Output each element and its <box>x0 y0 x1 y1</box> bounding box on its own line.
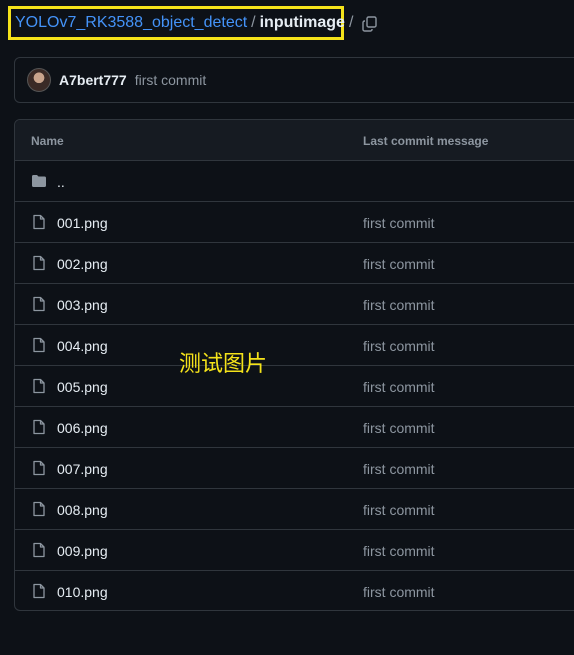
file-name-link[interactable]: 007.png <box>57 461 108 477</box>
file-name-link[interactable]: 005.png <box>57 379 108 395</box>
file-commit-message[interactable]: first commit <box>363 256 435 272</box>
file-commit-message[interactable]: first commit <box>363 420 435 436</box>
file-commit-message[interactable]: first commit <box>363 502 435 518</box>
file-browser-page: YOLOv7_RK3588_object_detect / inputimage… <box>0 0 574 655</box>
table-row[interactable]: 001.png first commit <box>15 202 574 243</box>
commit-author-link[interactable]: A7bert777 <box>59 72 127 88</box>
table-row[interactable]: 005.png first commit <box>15 366 574 407</box>
latest-commit-bar: A7bert777 first commit <box>14 57 574 103</box>
parent-directory-link[interactable]: .. <box>57 174 65 190</box>
table-row[interactable]: 007.png first commit <box>15 448 574 489</box>
file-icon <box>33 337 45 353</box>
file-icon <box>33 296 45 312</box>
file-icon <box>33 501 45 517</box>
table-row[interactable]: 002.png first commit <box>15 243 574 284</box>
breadcrumb: YOLOv7_RK3588_object_detect / inputimage… <box>8 6 353 40</box>
file-commit-message[interactable]: first commit <box>363 297 435 313</box>
file-icon <box>33 255 45 271</box>
file-name-link[interactable]: 009.png <box>57 543 108 559</box>
file-icon <box>33 542 45 558</box>
copy-path-button[interactable] <box>360 14 380 34</box>
file-commit-message[interactable]: first commit <box>363 543 435 559</box>
file-icon <box>33 583 45 599</box>
file-name-link[interactable]: 004.png <box>57 338 108 354</box>
table-row[interactable]: 004.png first commit <box>15 325 574 366</box>
file-name-link[interactable]: 008.png <box>57 502 108 518</box>
file-commit-message[interactable]: first commit <box>363 215 435 231</box>
file-name-link[interactable]: 006.png <box>57 420 108 436</box>
table-row[interactable]: 006.png first commit <box>15 407 574 448</box>
file-icon <box>33 214 45 230</box>
table-row[interactable]: 008.png first commit <box>15 489 574 530</box>
copy-icon <box>362 16 377 32</box>
column-header-last-commit-message: Last commit message <box>363 134 489 148</box>
test-images-annotation: 测试图片 <box>179 352 268 377</box>
file-icon <box>33 460 45 476</box>
breadcrumb-repo-link[interactable]: YOLOv7_RK3588_object_detect <box>15 14 247 32</box>
file-icon <box>33 378 45 394</box>
column-header-name: Name <box>31 134 64 148</box>
breadcrumb-separator: / <box>251 14 256 31</box>
avatar[interactable] <box>27 68 51 92</box>
file-commit-message[interactable]: first commit <box>363 584 435 600</box>
parent-directory-row[interactable]: .. <box>15 161 574 202</box>
breadcrumb-current-folder: inputimage <box>259 14 345 31</box>
file-name-link[interactable]: 001.png <box>57 215 108 231</box>
file-commit-message[interactable]: first commit <box>363 379 435 395</box>
breadcrumb-trailing-separator: / <box>348 14 354 31</box>
file-icon <box>33 419 45 435</box>
commit-message-link[interactable]: first commit <box>135 72 207 88</box>
table-row[interactable]: 010.png first commit <box>15 571 574 610</box>
file-commit-message[interactable]: first commit <box>363 338 435 354</box>
folder-icon <box>32 175 46 187</box>
table-row[interactable]: 009.png first commit <box>15 530 574 571</box>
table-row[interactable]: 003.png first commit <box>15 284 574 325</box>
file-commit-message[interactable]: first commit <box>363 461 435 477</box>
file-name-link[interactable]: 003.png <box>57 297 108 313</box>
file-table: Name Last commit message .. 001.png firs… <box>14 119 574 611</box>
file-name-link[interactable]: 010.png <box>57 584 108 600</box>
table-header: Name Last commit message <box>15 120 574 161</box>
file-name-link[interactable]: 002.png <box>57 256 108 272</box>
